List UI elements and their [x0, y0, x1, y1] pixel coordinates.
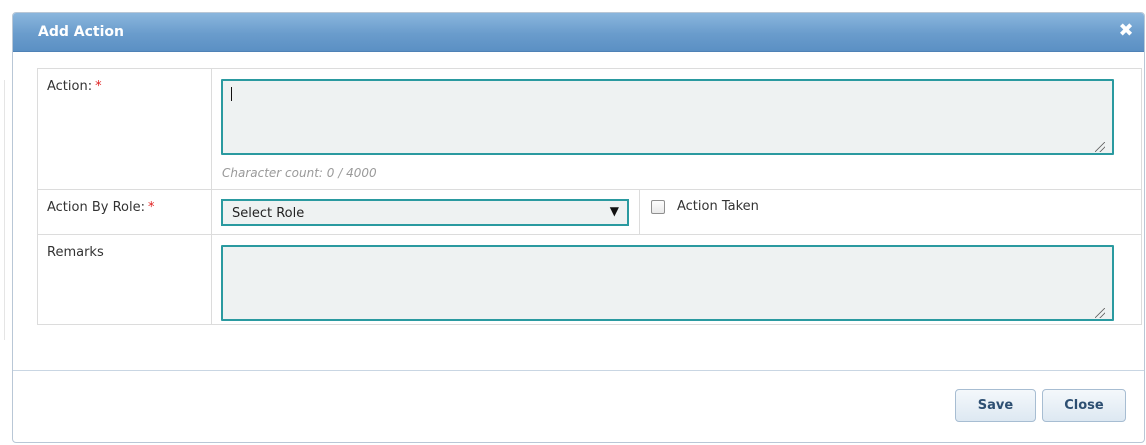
chevron-down-icon: ▼ [609, 204, 619, 218]
character-count: Character count: 0 / 4000 [222, 166, 377, 180]
close-icon[interactable]: ✖ [1116, 21, 1136, 41]
background-page-edge [0, 80, 5, 340]
footer-divider [13, 370, 1144, 371]
required-marker: * [95, 79, 102, 94]
role-select-value: Select Role [232, 206, 305, 221]
text-cursor [231, 87, 232, 101]
close-button[interactable]: Close [1042, 389, 1126, 422]
action-taken-label[interactable]: Action Taken [677, 199, 759, 214]
remarks-label-cell: Remarks [37, 234, 212, 325]
role-select[interactable]: Select Role ▼ [221, 199, 629, 226]
action-form: Action: * Character count: 0 / 4000 Actio… [37, 68, 1142, 325]
action-textarea[interactable] [221, 79, 1114, 155]
action-row: Action: * Character count: 0 / 4000 [37, 68, 1142, 190]
remarks-textarea[interactable] [221, 245, 1114, 321]
required-marker: * [147, 200, 155, 215]
dialog-title: Add Action [38, 24, 124, 40]
remarks-field-cell [211, 234, 1142, 325]
action-taken-cell: Action Taken [639, 189, 1142, 235]
action-taken-checkbox[interactable] [651, 200, 665, 214]
remarks-label: Remarks [47, 245, 104, 260]
role-row: Action By Role: * Select Role ▼ Action Ta… [37, 189, 1142, 235]
resize-grip-icon[interactable] [1095, 142, 1105, 152]
action-label: Action: [47, 79, 93, 94]
remarks-row: Remarks [37, 234, 1142, 325]
resize-grip-icon[interactable] [1095, 308, 1105, 318]
save-button[interactable]: Save [955, 389, 1036, 422]
action-field-cell: Character count: 0 / 4000 [211, 68, 1142, 190]
dialog-titlebar[interactable]: Add Action ✖ [13, 13, 1144, 52]
role-field-cell: Select Role ▼ [211, 189, 640, 235]
role-label: Action By Role: [47, 200, 145, 215]
role-label-cell: Action By Role: * [37, 189, 212, 235]
action-label-cell: Action: * [37, 68, 212, 190]
add-action-dialog: Add Action ✖ Action: * Character count: 0… [12, 12, 1145, 443]
